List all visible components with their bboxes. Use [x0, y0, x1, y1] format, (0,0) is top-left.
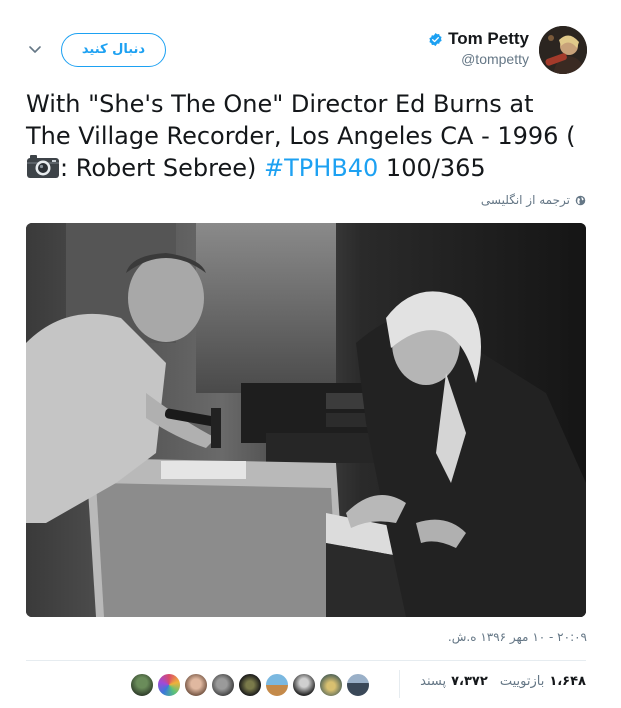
tweet-text-line: : Robert Sebree) #TPHB40 100/365 — [26, 152, 596, 184]
liker-avatar[interactable] — [292, 673, 316, 697]
globe-icon — [575, 195, 586, 205]
stats-separator — [399, 670, 400, 698]
liker-avatar[interactable] — [130, 673, 154, 697]
tweet-timestamp[interactable]: ۲۰:۰۹ - ۱۰ مهر ۱۳۹۶ ه.ش. — [448, 630, 587, 644]
author-name-row[interactable]: Tom Petty — [428, 28, 529, 50]
likes-label[interactable]: پسند — [420, 674, 446, 689]
tweet-header: دنبال کنید Tom Petty @tompetty — [0, 0, 621, 86]
hashtag-link[interactable]: #TPHB40 — [264, 154, 378, 182]
photo-image — [26, 223, 586, 617]
tweet-photo[interactable] — [26, 223, 586, 617]
tweet-text-line: The Village Recorder, Los Angeles CA - 1… — [26, 122, 576, 150]
follow-button[interactable]: دنبال کنید — [61, 33, 166, 67]
liker-avatar[interactable] — [319, 673, 343, 697]
likes-count[interactable]: ۷،۳۷۲ — [451, 674, 488, 689]
tweet-stats: ۱،۶۴۸ بازتوییت ۷،۳۷۲ پسند — [420, 674, 586, 689]
liker-avatar[interactable] — [184, 673, 208, 697]
author-display-name[interactable]: Tom Petty — [448, 29, 529, 49]
liker-avatar[interactable] — [265, 673, 289, 697]
verified-badge-icon — [429, 32, 442, 46]
translate-label[interactable]: ترجمه از انگلیسی — [481, 193, 570, 207]
avatar-image — [539, 26, 587, 74]
liker-avatar[interactable] — [238, 673, 262, 697]
retweets-label[interactable]: بازتوییت — [500, 674, 545, 689]
liker-avatar[interactable] — [211, 673, 235, 697]
tweet-count: 100/365 — [378, 154, 486, 182]
translate-tweet-link[interactable]: ترجمه از انگلیسی — [481, 193, 586, 207]
tweet-photo-credit: : Robert Sebree) — [60, 154, 264, 182]
retweets-stat[interactable]: ۱،۶۴۸ بازتوییت — [500, 674, 586, 689]
liker-avatars — [130, 673, 370, 697]
tweet-text: With "She's The One" Director Ed Burns a… — [26, 88, 596, 184]
liker-avatar[interactable] — [157, 673, 181, 697]
likes-stat[interactable]: ۷،۳۷۲ پسند — [420, 674, 488, 689]
chevron-down-icon[interactable] — [26, 40, 44, 58]
liker-avatar[interactable] — [346, 673, 370, 697]
divider — [26, 660, 586, 661]
retweets-count[interactable]: ۱،۶۴۸ — [549, 674, 586, 689]
camera-icon — [27, 155, 59, 178]
author-avatar[interactable] — [539, 26, 587, 74]
tweet-text-line: With "She's The One" Director Ed Burns a… — [26, 90, 534, 118]
author-handle[interactable]: @tompetty — [461, 51, 529, 67]
